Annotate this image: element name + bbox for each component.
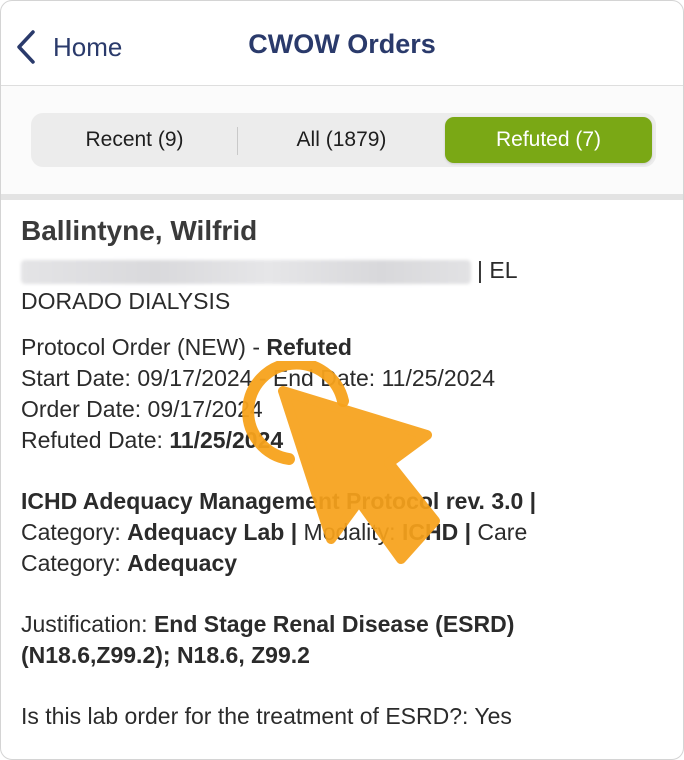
modality-label: Modality:	[303, 519, 396, 545]
justification-codes: (N18.6,Z99.2); N18.6, Z99.2	[21, 642, 310, 668]
page-title: CWOW Orders	[248, 29, 436, 59]
patient-name: Ballintyne, Wilfrid	[21, 215, 258, 246]
care-category-label: Category:	[21, 550, 121, 576]
esrd-question: Is this lab order for the treatment of E…	[21, 703, 512, 729]
app-screen: Home CWOW Orders Recent (9) All (1879) R…	[0, 0, 684, 760]
tab-recent[interactable]: Recent (9)	[31, 117, 238, 163]
start-date: 09/17/2024	[137, 365, 253, 391]
segmented-control: Recent (9) All (1879) Refuted (7)	[31, 113, 656, 167]
end-date-label: - End Date:	[258, 365, 376, 391]
section-divider	[1, 194, 683, 200]
protocol-line: ICHD Adequacy Management Protocol rev. 3…	[21, 486, 661, 517]
care-label: Care	[477, 519, 528, 545]
filter-bar: Recent (9) All (1879) Refuted (7)	[1, 86, 683, 194]
care-category-line: Category: Adequacy	[21, 548, 661, 579]
order-type-line: Protocol Order (NEW) - Refuted	[21, 332, 661, 363]
order-type: Protocol Order (NEW) -	[21, 334, 260, 360]
order-date: 09/17/2024	[147, 396, 263, 422]
facility-name: DORADO DIALYSIS	[21, 288, 231, 314]
order-date-label: Order Date:	[21, 396, 142, 422]
category-line: Category: Adequacy Lab | Modality: ICHD …	[21, 517, 661, 548]
refuted-date-label: Refuted Date:	[21, 427, 163, 453]
protocol-name: ICHD Adequacy Management Protocol rev. 3…	[21, 488, 537, 514]
order-date-line: Order Date: 09/17/2024	[21, 394, 661, 425]
start-date-label: Start Date:	[21, 365, 131, 391]
order-card[interactable]: Ballintyne, Wilfrid | EL DORADO DIALYSIS…	[21, 213, 661, 732]
justification-value: End Stage Renal Disease (ESRD)	[153, 611, 515, 637]
date-range-line: Start Date: 09/17/2024 - End Date: 11/25…	[21, 363, 661, 394]
justification-codes-line: (N18.6,Z99.2); N18.6, Z99.2	[21, 640, 661, 671]
justification-line: Justification: End Stage Renal Disease (…	[21, 609, 661, 640]
patient-details: | EL	[21, 255, 661, 286]
location-prefix: | EL	[477, 257, 518, 283]
modality-value: ICHD |	[401, 519, 472, 545]
category-label: Category:	[21, 519, 121, 545]
refuted-date-line: Refuted Date: 11/25/2024	[21, 425, 661, 456]
order-status: Refuted	[266, 334, 352, 360]
end-date: 11/25/2024	[381, 365, 495, 391]
navigation-bar: Home CWOW Orders	[1, 1, 683, 86]
redacted-patient-info	[21, 259, 471, 284]
tab-all[interactable]: All (1879)	[238, 117, 445, 163]
category-value: Adequacy Lab |	[127, 519, 298, 545]
care-category-value: Adequacy	[127, 550, 238, 576]
tab-refuted[interactable]: Refuted (7)	[445, 117, 652, 163]
refuted-date: 11/25/2024	[169, 427, 284, 453]
justification-label: Justification:	[21, 611, 148, 637]
